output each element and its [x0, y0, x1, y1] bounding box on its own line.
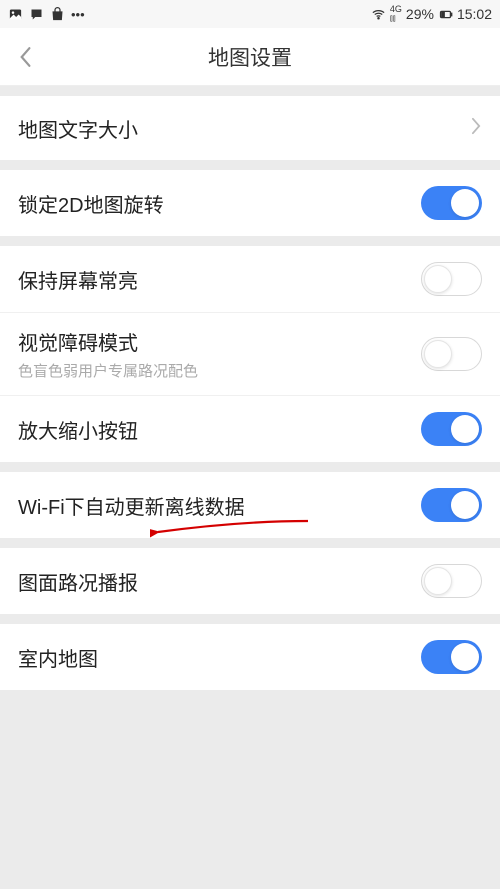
more-icon: •••	[71, 7, 85, 22]
page-title: 地图设置	[0, 42, 500, 72]
group-textsize: 地图文字大小	[0, 96, 500, 160]
row-visual-impair[interactable]: 视觉障碍模式 色盲色弱用户专属路况配色	[0, 313, 500, 396]
toggle-wifi-offline[interactable]	[421, 488, 482, 522]
row-label: 保持屏幕常亮	[18, 265, 138, 294]
row-label: Wi-Fi下自动更新离线数据	[18, 491, 245, 520]
header: 地图设置	[0, 28, 500, 86]
chevron-left-icon	[18, 46, 32, 68]
toggle-traffic-voice[interactable]	[421, 564, 482, 598]
toggle-keep-screen[interactable]	[421, 262, 482, 296]
row-label: 地图文字大小	[18, 114, 138, 143]
status-bar: ••• 4G⫾⫾ 29% 15:02	[0, 0, 500, 28]
toggle-indoor-map[interactable]	[421, 640, 482, 674]
toggle-lock-2d[interactable]	[421, 186, 482, 220]
chat-icon	[29, 7, 44, 22]
network-icon: 4G⫾⫾	[390, 5, 402, 23]
row-label: 视觉障碍模式	[18, 327, 198, 356]
group-indoor: 室内地图	[0, 624, 500, 690]
wifi-icon	[371, 7, 386, 22]
row-label: 锁定2D地图旋转	[18, 189, 164, 218]
group-traffic: 图面路况播报	[0, 548, 500, 614]
battery-icon	[438, 7, 453, 22]
status-left: •••	[8, 7, 85, 22]
image-icon	[8, 7, 23, 22]
group-wifi: Wi-Fi下自动更新离线数据	[0, 472, 500, 538]
group-2d: 锁定2D地图旋转	[0, 170, 500, 236]
toggle-visual-impair[interactable]	[421, 337, 482, 371]
row-label: 图面路况播报	[18, 567, 138, 596]
group-display: 保持屏幕常亮 视觉障碍模式 色盲色弱用户专属路况配色 放大缩小按钮	[0, 246, 500, 462]
status-right: 4G⫾⫾ 29% 15:02	[371, 5, 492, 23]
row-keep-screen[interactable]: 保持屏幕常亮	[0, 246, 500, 313]
back-button[interactable]	[0, 28, 50, 86]
row-label: 放大缩小按钮	[18, 415, 138, 444]
battery-percent: 29%	[406, 6, 434, 22]
row-sublabel: 色盲色弱用户专属路况配色	[18, 360, 198, 381]
row-wifi-offline[interactable]: Wi-Fi下自动更新离线数据	[0, 472, 500, 538]
toggle-zoom-buttons[interactable]	[421, 412, 482, 446]
row-text: 视觉障碍模式 色盲色弱用户专属路况配色	[18, 327, 198, 381]
row-zoom-buttons[interactable]: 放大缩小按钮	[0, 396, 500, 462]
row-lock-2d[interactable]: 锁定2D地图旋转	[0, 170, 500, 236]
row-traffic-voice[interactable]: 图面路况播报	[0, 548, 500, 614]
row-text-size[interactable]: 地图文字大小	[0, 96, 500, 160]
bag-icon	[50, 7, 65, 22]
clock: 15:02	[457, 6, 492, 22]
chevron-right-icon	[471, 117, 482, 140]
row-label: 室内地图	[18, 643, 98, 672]
row-indoor-map[interactable]: 室内地图	[0, 624, 500, 690]
